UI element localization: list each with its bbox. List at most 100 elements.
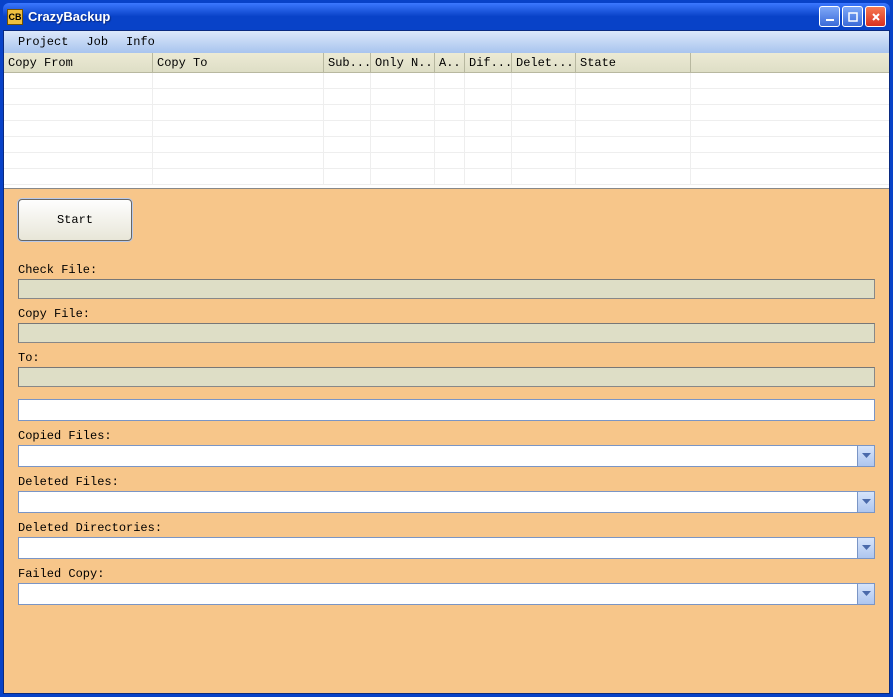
table-cell [435, 169, 465, 185]
table-cell [4, 73, 153, 89]
table-cell [465, 73, 512, 89]
table-cell [576, 153, 691, 169]
menu-project[interactable]: Project [10, 33, 76, 51]
chevron-down-icon [862, 591, 871, 597]
table-cell [4, 105, 153, 121]
table-cell [435, 89, 465, 105]
table-cell [576, 89, 691, 105]
deleted-directories-input[interactable] [19, 538, 857, 558]
col-sub[interactable]: Sub... [324, 53, 371, 73]
table-cell [576, 105, 691, 121]
jobs-grid[interactable]: Copy From Copy To Sub... Only N... A.. D… [4, 53, 889, 189]
table-cell [435, 73, 465, 89]
chevron-down-icon [862, 499, 871, 505]
menu-info[interactable]: Info [118, 33, 163, 51]
table-cell [371, 153, 435, 169]
col-a[interactable]: A.. [435, 53, 465, 73]
deleted-files-combo[interactable] [18, 491, 875, 513]
col-copy-from[interactable]: Copy From [4, 53, 153, 73]
col-only-n[interactable]: Only N... [371, 53, 435, 73]
failed-copy-input[interactable] [19, 584, 857, 604]
col-copy-to[interactable]: Copy To [153, 53, 324, 73]
table-cell [691, 73, 889, 89]
copy-file-field [18, 323, 875, 343]
status-field[interactable] [18, 399, 875, 421]
table-cell [4, 169, 153, 185]
table-cell [371, 89, 435, 105]
deleted-directories-dropdown-button[interactable] [857, 538, 874, 558]
table-cell [4, 89, 153, 105]
maximize-button[interactable] [842, 6, 863, 27]
deleted-directories-label: Deleted Directories: [18, 521, 875, 535]
minimize-icon [825, 12, 835, 22]
failed-copy-combo[interactable] [18, 583, 875, 605]
failed-copy-dropdown-button[interactable] [857, 584, 874, 604]
close-button[interactable] [865, 6, 886, 27]
table-cell [576, 137, 691, 153]
table-cell [465, 89, 512, 105]
table-cell [371, 73, 435, 89]
table-cell [371, 169, 435, 185]
table-cell [153, 121, 324, 137]
chevron-down-icon [862, 453, 871, 459]
table-cell [512, 105, 576, 121]
check-file-field [18, 279, 875, 299]
table-cell [371, 137, 435, 153]
table-cell [512, 73, 576, 89]
window-title: CrazyBackup [28, 9, 819, 24]
table-cell [153, 153, 324, 169]
deleted-files-label: Deleted Files: [18, 475, 875, 489]
table-cell [324, 89, 371, 105]
to-label: To: [18, 351, 875, 365]
copied-files-dropdown-button[interactable] [857, 446, 874, 466]
copied-files-input[interactable] [19, 446, 857, 466]
table-cell [324, 137, 371, 153]
table-cell [465, 105, 512, 121]
table-cell [691, 153, 889, 169]
table-row[interactable] [4, 137, 889, 153]
table-cell [576, 73, 691, 89]
table-row[interactable] [4, 105, 889, 121]
minimize-button[interactable] [819, 6, 840, 27]
col-spacer [691, 53, 889, 73]
titlebar[interactable]: CB CrazyBackup [3, 3, 890, 30]
table-row[interactable] [4, 153, 889, 169]
deleted-files-dropdown-button[interactable] [857, 492, 874, 512]
form-area: Start Check File: Copy File: To: Copied … [4, 189, 889, 693]
table-cell [576, 169, 691, 185]
grid-body[interactable] [4, 73, 889, 188]
table-cell [465, 169, 512, 185]
col-delet[interactable]: Delet... [512, 53, 576, 73]
table-row[interactable] [4, 121, 889, 137]
table-row[interactable] [4, 169, 889, 185]
deleted-files-input[interactable] [19, 492, 857, 512]
table-cell [4, 121, 153, 137]
table-cell [512, 169, 576, 185]
deleted-directories-combo[interactable] [18, 537, 875, 559]
menu-job[interactable]: Job [78, 33, 116, 51]
table-cell [691, 105, 889, 121]
table-row[interactable] [4, 73, 889, 89]
col-dif[interactable]: Dif... [465, 53, 512, 73]
table-cell [324, 73, 371, 89]
start-button[interactable]: Start [18, 199, 132, 241]
table-cell [691, 121, 889, 137]
table-cell [324, 169, 371, 185]
app-icon: CB [7, 9, 23, 25]
table-cell [371, 121, 435, 137]
table-cell [324, 153, 371, 169]
copied-files-combo[interactable] [18, 445, 875, 467]
window-controls [819, 6, 886, 27]
menubar: Project Job Info [4, 31, 889, 53]
table-cell [512, 89, 576, 105]
table-row[interactable] [4, 89, 889, 105]
col-state[interactable]: State [576, 53, 691, 73]
table-cell [691, 137, 889, 153]
table-cell [691, 89, 889, 105]
table-cell [435, 153, 465, 169]
table-cell [465, 137, 512, 153]
check-file-label: Check File: [18, 263, 875, 277]
to-field [18, 367, 875, 387]
table-cell [576, 121, 691, 137]
table-cell [153, 89, 324, 105]
